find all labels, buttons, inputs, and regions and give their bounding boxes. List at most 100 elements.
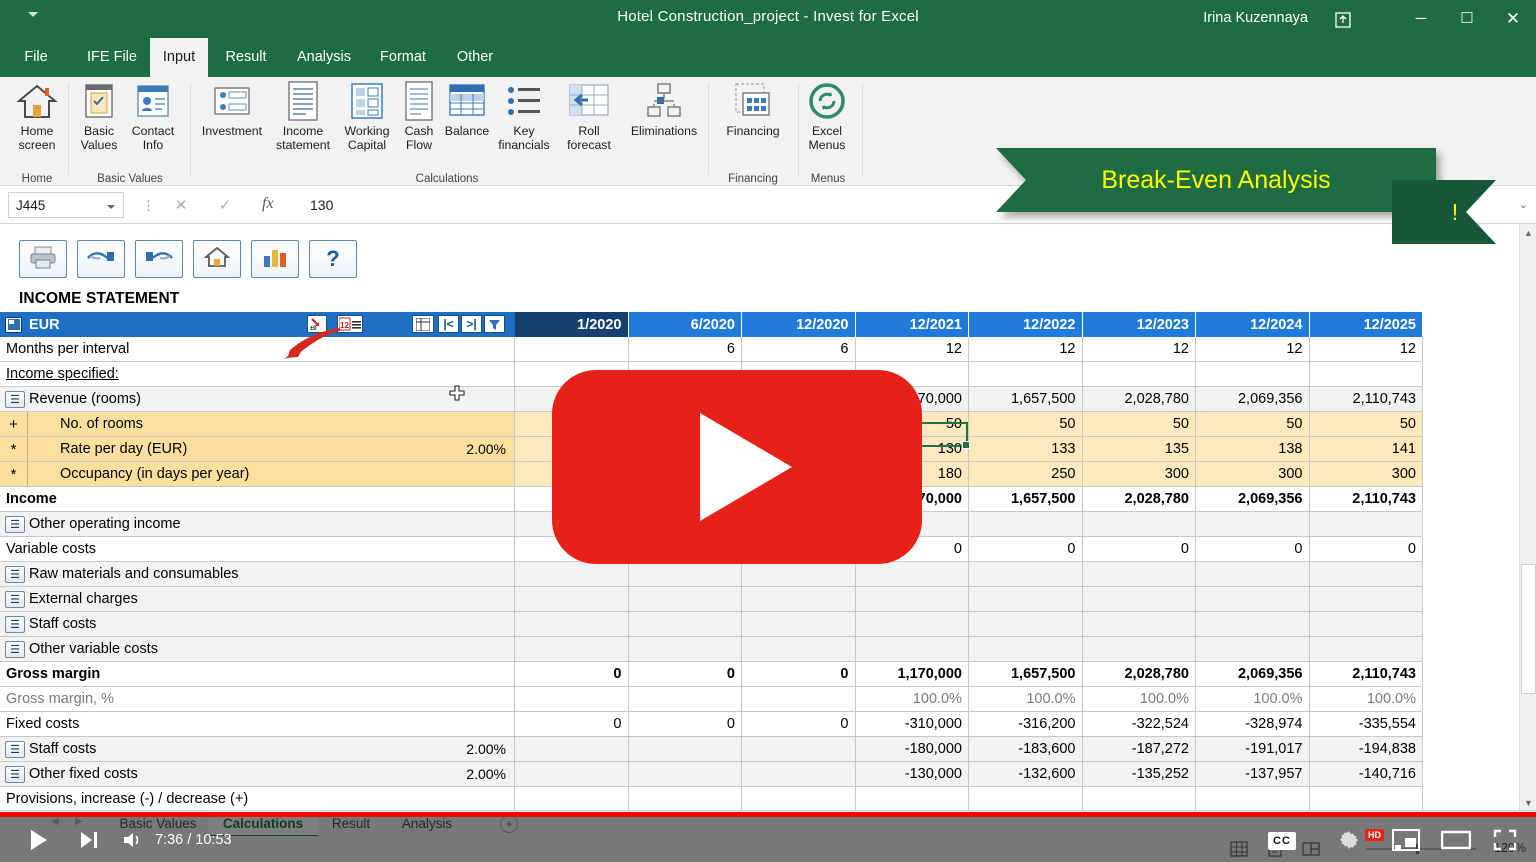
row-menu-icon[interactable]: ☰ <box>5 641 25 658</box>
grid-cell[interactable] <box>629 687 743 712</box>
confirm-icon[interactable]: ✓ <box>212 195 238 217</box>
grid-cell[interactable]: -140,716 <box>1310 762 1424 787</box>
grid-cell[interactable] <box>1310 787 1424 810</box>
column-header-12-2020[interactable]: 12/2020 <box>742 312 856 337</box>
grid-row-gross-margin-percent[interactable]: Gross margin, %100.0%100.0%100.0%100.0%1… <box>0 687 1423 712</box>
cancel-icon[interactable]: ✕ <box>168 195 194 217</box>
youtube-next-button[interactable] <box>74 825 104 855</box>
youtube-play-overlay[interactable] <box>552 370 922 564</box>
column-header-6-2020[interactable]: 6/2020 <box>629 312 743 337</box>
name-box[interactable]: J445 <box>8 192 124 218</box>
grid-cell[interactable]: 0 <box>742 662 856 687</box>
grid-cell[interactable] <box>742 762 856 787</box>
grid-cell[interactable]: 2,028,780 <box>1083 662 1197 687</box>
grid-cell[interactable] <box>856 612 970 637</box>
column-header-12-2025[interactable]: 12/2025 <box>1310 312 1424 337</box>
ribbon-button-investment[interactable]: Investment <box>188 81 276 138</box>
ribbon-tab-analysis[interactable]: Analysis <box>284 38 364 77</box>
column-header-1-2020[interactable]: 1/2020 <box>515 312 629 337</box>
grid-cell[interactable]: 250 <box>969 462 1083 487</box>
currency-selector-icon[interactable] <box>5 317 22 333</box>
grid-cell[interactable] <box>629 637 743 662</box>
grid-cell[interactable] <box>1196 362 1310 387</box>
grid-cell[interactable]: 0 <box>969 537 1083 562</box>
ribbon-button-contact-info[interactable]: Contact Info <box>124 81 182 152</box>
home-button[interactable] <box>193 240 241 278</box>
grid-cell[interactable] <box>629 587 743 612</box>
grid-cell[interactable]: 50 <box>1083 412 1197 437</box>
minimize-button[interactable]: ─ <box>1398 0 1444 38</box>
row-menu-icon[interactable]: ☰ <box>5 616 25 633</box>
ribbon-button-roll-forecast[interactable]: Roll forecast <box>558 81 620 152</box>
grid-cell[interactable]: 100.0% <box>969 687 1083 712</box>
grid-cell[interactable] <box>1083 562 1197 587</box>
youtube-play-button[interactable] <box>24 825 54 855</box>
grid-cell[interactable]: 0 <box>515 712 629 737</box>
grid-cell[interactable]: -187,272 <box>1083 737 1197 762</box>
grid-cell[interactable] <box>515 687 629 712</box>
grid-cell[interactable]: 1,657,500 <box>969 387 1083 412</box>
grid-row-other-fixed-costs[interactable]: ☰Other fixed costs2.00%-130,000-132,600-… <box>0 762 1423 787</box>
grid-row-external-charges[interactable]: ☰External charges <box>0 587 1423 612</box>
grid-cell[interactable] <box>1196 562 1310 587</box>
ribbon-button-excel-menus[interactable]: Excel Menus <box>798 81 856 152</box>
next-link-button[interactable] <box>135 240 183 278</box>
grid-cell[interactable] <box>629 762 743 787</box>
grid-cell[interactable]: 100.0% <box>856 687 970 712</box>
ribbon-tab-result[interactable]: Result <box>214 38 278 77</box>
grid-cell[interactable]: 1,170,000 <box>856 662 970 687</box>
grid-cell[interactable] <box>1310 637 1424 662</box>
ribbon-button-income-statement[interactable]: Income statement <box>266 81 340 152</box>
grid-cell[interactable]: 12 <box>969 337 1083 362</box>
row-menu-icon[interactable]: ☰ <box>5 741 25 758</box>
grid-cell[interactable]: -194,838 <box>1310 737 1424 762</box>
grid-cell[interactable]: 138 <box>1196 437 1310 462</box>
column-header-12-2023[interactable]: 12/2023 <box>1083 312 1197 337</box>
grid-cell[interactable] <box>969 787 1083 810</box>
grid-cell[interactable]: 6 <box>742 337 856 362</box>
grid-cell[interactable] <box>629 612 743 637</box>
grid-cell[interactable]: 12 <box>1196 337 1310 362</box>
grid-cell[interactable] <box>856 787 970 810</box>
grid-cell[interactable] <box>515 637 629 662</box>
ribbon-button-basic-values[interactable]: Basic Values <box>72 81 126 152</box>
vertical-scrollbar[interactable]: ▲ ▼ <box>1519 224 1536 812</box>
expand-formula-bar-icon[interactable]: ⌄ <box>1519 198 1528 211</box>
ribbon-button-home-screen[interactable]: Home screen <box>8 81 66 152</box>
grid-cell[interactable]: 300 <box>1310 462 1424 487</box>
grid-cell[interactable]: -132,600 <box>969 762 1083 787</box>
grid-cell[interactable] <box>1196 787 1310 810</box>
grid-cell[interactable]: -335,554 <box>1310 712 1424 737</box>
grid-cell[interactable]: 300 <box>1083 462 1197 487</box>
row-menu-icon[interactable]: ☰ <box>5 766 25 783</box>
grid-cell[interactable] <box>515 787 629 810</box>
grid-cell[interactable]: -130,000 <box>856 762 970 787</box>
youtube-captions-button[interactable]: CC <box>1268 832 1296 850</box>
grid-cell[interactable]: -135,252 <box>1083 762 1197 787</box>
grid-cell[interactable]: 2,069,356 <box>1196 387 1310 412</box>
grid-cell[interactable] <box>742 687 856 712</box>
grid-cell[interactable]: -183,600 <box>969 737 1083 762</box>
row-menu-icon[interactable]: ☰ <box>5 566 25 583</box>
grid-cell[interactable] <box>1083 362 1197 387</box>
grid-cell[interactable]: -316,200 <box>969 712 1083 737</box>
grid-cell[interactable] <box>1310 512 1424 537</box>
insert-function-icon[interactable]: fx <box>262 195 274 213</box>
grid-cell[interactable]: -180,000 <box>856 737 970 762</box>
maximize-button[interactable]: ☐ <box>1444 0 1490 38</box>
grid-cell[interactable] <box>515 587 629 612</box>
grid-cell[interactable] <box>1083 612 1197 637</box>
grid-cell[interactable] <box>515 562 629 587</box>
grid-cell[interactable]: -310,000 <box>856 712 970 737</box>
row-menu-icon[interactable]: ☰ <box>5 391 25 408</box>
column-header-12-2024[interactable]: 12/2024 <box>1196 312 1310 337</box>
grid-cell[interactable] <box>742 637 856 662</box>
grid-cell[interactable] <box>515 337 629 362</box>
ribbon-button-key-financials[interactable]: Key financials <box>490 81 558 152</box>
grid-cell[interactable] <box>1196 587 1310 612</box>
grid-cell[interactable] <box>742 562 856 587</box>
grid-cell[interactable] <box>1083 512 1197 537</box>
youtube-fullscreen-button[interactable] <box>1488 825 1522 855</box>
filter-icon[interactable] <box>484 315 505 333</box>
grid-cell[interactable] <box>969 562 1083 587</box>
